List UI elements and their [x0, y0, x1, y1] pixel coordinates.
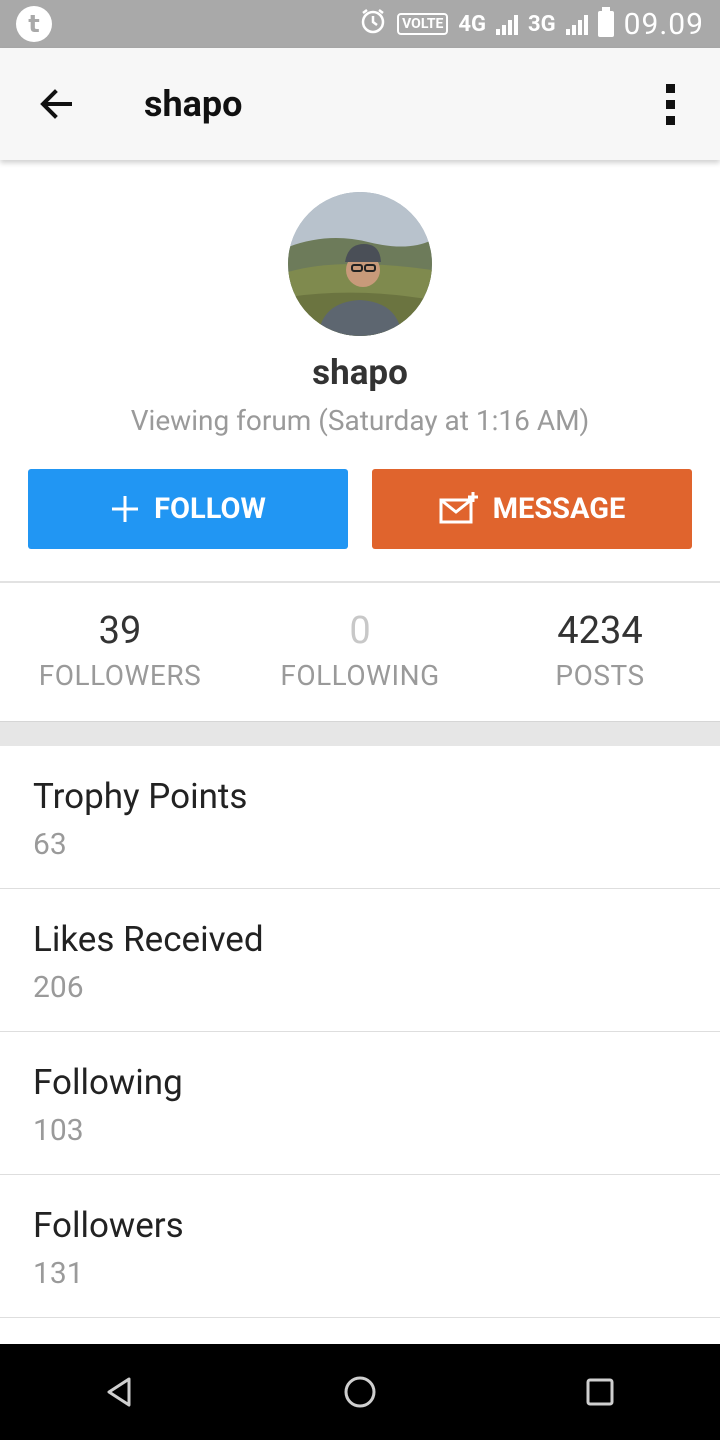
alarm-icon [359, 7, 387, 41]
info-label: Likes Received [33, 919, 264, 960]
list-item: Followers 131 [0, 1175, 720, 1318]
info-value: 63 [33, 827, 67, 862]
battery-icon [597, 7, 614, 37]
more-vertical-icon [665, 83, 675, 93]
profile-activity: Viewing forum (Saturday at 1:16 AM) [130, 404, 590, 437]
stat-value: 0 [349, 609, 371, 653]
info-value: 103 [33, 1113, 84, 1148]
stat-posts[interactable]: 4234 POSTS [480, 583, 720, 721]
overflow-menu-button[interactable] [658, 76, 682, 132]
stat-label: POSTS [555, 659, 645, 692]
nav-home-button[interactable] [330, 1362, 390, 1422]
info-value: 131 [33, 1256, 84, 1291]
profile-stats: 39 FOLLOWERS 0 FOLLOWING 4234 POSTS [0, 583, 720, 721]
stat-following[interactable]: 0 FOLLOWING [240, 583, 480, 721]
list-item: Likes Received 206 [0, 889, 720, 1032]
list-item: Trophy Points 63 [0, 746, 720, 889]
stat-value: 39 [98, 609, 142, 653]
page-title: shapo [144, 83, 243, 125]
message-button[interactable]: MESSAGE [372, 469, 692, 549]
status-time: 09.09 [623, 6, 704, 42]
follow-button[interactable]: FOLLOW [28, 469, 348, 549]
message-button-label: MESSAGE [492, 492, 626, 526]
profile-username: shapo [312, 352, 408, 393]
info-label: Following [33, 1062, 183, 1103]
nav-back-button[interactable] [90, 1362, 150, 1422]
list-item: Following 103 [0, 1032, 720, 1175]
app-toolbar: shapo [0, 48, 720, 160]
nav-recents-button[interactable] [570, 1362, 630, 1422]
square-recents-icon [586, 1378, 614, 1406]
info-value: 206 [33, 970, 84, 1005]
stat-label: FOLLOWING [280, 659, 440, 692]
volte-badge: VOLTE [397, 13, 449, 35]
status-bar: t VOLTE 4G 3G 09.09 [0, 0, 720, 48]
network-type-3g: 3G [528, 11, 556, 37]
profile-info-list: Trophy Points 63 Likes Received 206 Foll… [0, 746, 720, 1318]
arrow-left-icon [40, 89, 72, 119]
circle-home-icon [344, 1376, 376, 1408]
signal-strength-icon [496, 13, 519, 35]
system-nav-bar [0, 1344, 720, 1440]
info-label: Trophy Points [33, 776, 248, 817]
status-indicators: VOLTE 4G 3G 09.09 [359, 7, 704, 42]
avatar [288, 192, 432, 336]
stat-value: 4234 [557, 609, 643, 653]
triangle-back-icon [107, 1377, 131, 1407]
plus-icon [112, 496, 139, 522]
info-label: Followers [33, 1205, 184, 1246]
app-notification-icon: t [16, 6, 52, 42]
stat-followers[interactable]: 39 FOLLOWERS [0, 583, 240, 721]
back-button[interactable] [28, 76, 84, 132]
mail-add-icon [439, 492, 478, 524]
follow-button-label: FOLLOW [154, 492, 266, 526]
network-type-4g: 4G [458, 11, 487, 37]
signal-strength-icon-2 [565, 13, 588, 35]
section-separator [0, 721, 720, 746]
stat-label: FOLLOWERS [38, 659, 202, 692]
